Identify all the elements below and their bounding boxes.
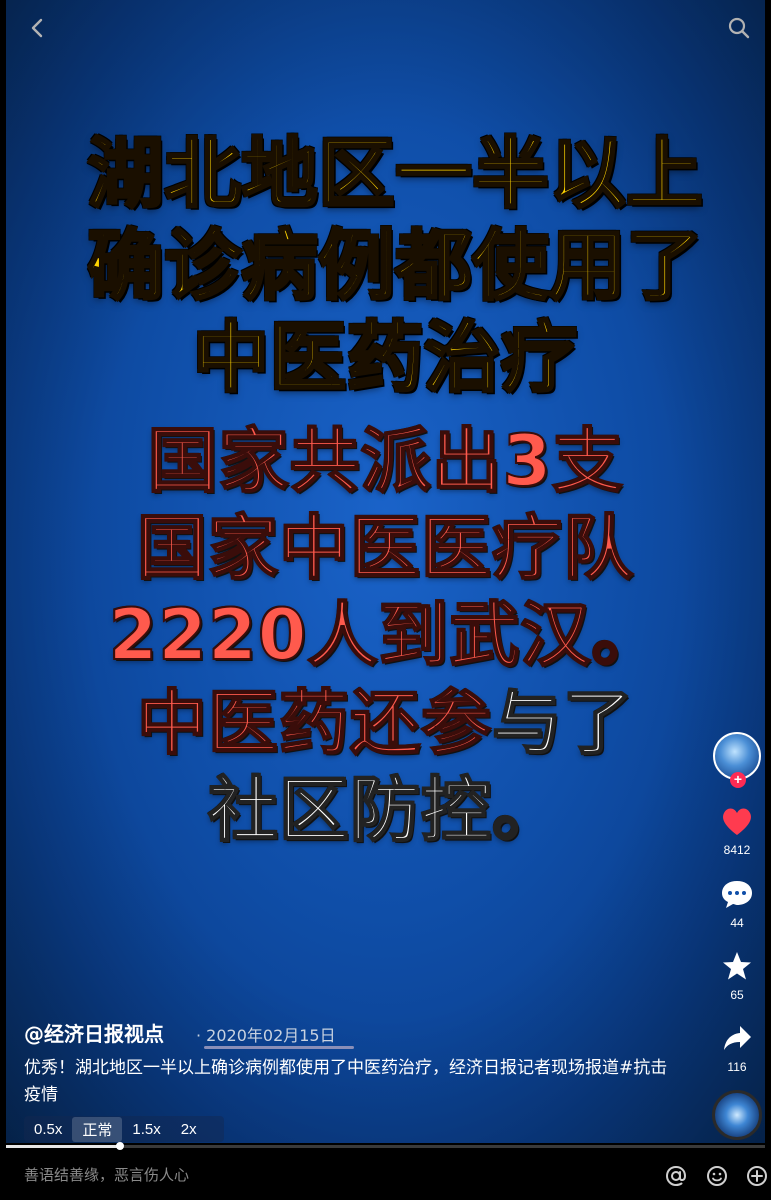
video-frame[interactable]: 湖北地区一半以上 确诊病例都使用了 中医药治疗 国家共派出3支 国家中医医疗队 …	[6, 0, 765, 1143]
playback-speed-selector: 0.5x 正常 1.5x 2x	[24, 1116, 224, 1142]
share-count: 116	[727, 1060, 747, 1074]
chevron-left-icon	[31, 18, 43, 38]
back-button[interactable]	[22, 12, 54, 44]
speed-option-active[interactable]: 正常	[72, 1116, 123, 1142]
comment-icon	[722, 881, 752, 908]
speed-option[interactable]: 0.5x	[24, 1119, 72, 1140]
video-title-line-3: 中医药治疗	[192, 312, 579, 404]
share-button[interactable]: 116	[709, 1022, 765, 1074]
video-body-line-1: 国家共派出3支	[147, 419, 624, 503]
comment-input[interactable]: 善语结善缘，恶言伤人心	[24, 1164, 189, 1185]
speed-option[interactable]: 1.5x	[122, 1119, 170, 1140]
plus-circle-icon	[747, 1166, 767, 1186]
mention-button[interactable]	[664, 1164, 688, 1188]
video-body-line-4-white: 与了	[491, 681, 634, 765]
heart-icon	[723, 808, 751, 835]
video-title-line-1: 湖北地区一半以上	[86, 128, 704, 220]
playback-progress-fill	[6, 1145, 120, 1148]
playback-progress-bar[interactable]	[6, 1142, 765, 1150]
add-button[interactable]	[745, 1164, 769, 1188]
video-body-line-4: 中医药还参与了	[6, 680, 765, 766]
search-icon	[728, 17, 750, 39]
comment-bar: 善语结善缘，恶言伤人心	[0, 1150, 771, 1200]
music-disc-icon	[712, 1090, 762, 1140]
date-underline	[204, 1046, 354, 1049]
video-title-line-2: 确诊病例都使用了	[86, 220, 704, 312]
star-icon	[723, 952, 751, 980]
share-arrow-icon	[724, 1026, 751, 1050]
author-avatar-button[interactable]: +	[709, 732, 765, 788]
video-body-line-2: 国家中医医疗队	[136, 506, 634, 590]
favorite-button[interactable]: 65	[709, 950, 765, 1002]
like-count: 8412	[723, 843, 751, 857]
post-description[interactable]: 优秀！湖北地区一半以上确诊病例都使用了中医药治疗，经济日报记者现场报道#抗击疫情	[24, 1055, 684, 1109]
at-icon	[665, 1165, 687, 1187]
speed-option[interactable]: 2x	[171, 1119, 207, 1140]
video-body-line-5: 社区防控。	[207, 768, 563, 852]
music-disc-button[interactable]	[709, 1090, 765, 1140]
favorite-count: 65	[730, 988, 744, 1002]
author-name[interactable]: @经济日报视点	[24, 1018, 164, 1047]
avatar: +	[713, 732, 761, 788]
playback-progress-handle[interactable]	[116, 1142, 124, 1150]
emoji-button[interactable]	[705, 1164, 729, 1188]
follow-plus-icon[interactable]: +	[730, 772, 746, 788]
comment-button[interactable]: 44	[709, 878, 765, 930]
post-date: · 2020年02月15日	[196, 1026, 336, 1045]
search-button[interactable]	[723, 12, 755, 44]
emoji-icon	[707, 1166, 727, 1186]
comment-count: 44	[730, 916, 744, 930]
like-button[interactable]: 8412	[709, 805, 765, 857]
video-body-line-3: 2220人到武汉。	[108, 593, 663, 677]
video-body-line-4-red: 中医药还参	[136, 681, 492, 765]
